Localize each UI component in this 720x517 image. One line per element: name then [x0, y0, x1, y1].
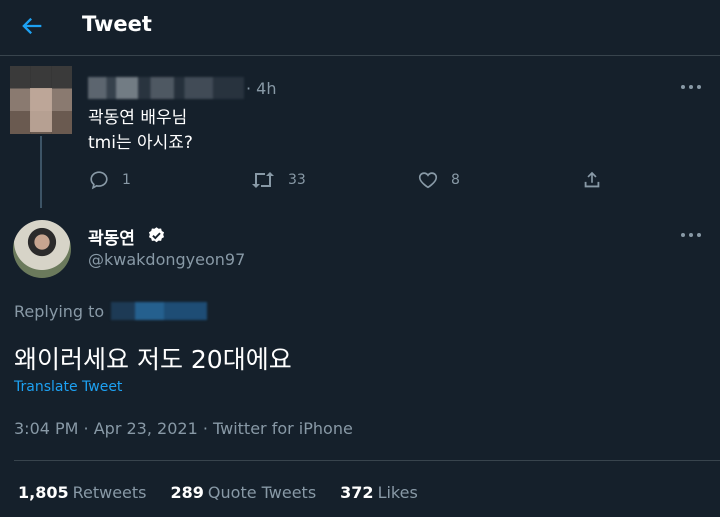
retweets-count: 1,805 — [18, 483, 69, 502]
author-handle[interactable]: @kwakdongyeon97 — [88, 250, 245, 269]
parent-tweet-line-2: tmi는 아시죠? — [88, 133, 193, 153]
likes-label: Likes — [377, 483, 418, 502]
replying-to-label: Replying to — [14, 302, 105, 321]
avatar[interactable] — [13, 220, 71, 278]
parent-tweet-time[interactable]: · 4h — [246, 79, 277, 98]
reply-icon — [90, 171, 108, 190]
share-icon — [584, 171, 600, 188]
top-bar: Tweet — [0, 0, 720, 56]
reply-mention-blurred[interactable] — [111, 302, 207, 320]
tweet-timestamp[interactable]: 3:04 PM · Apr 23, 2021 · Twitter for iPh… — [14, 419, 353, 438]
tweet-text: 왜이러세요 저도 20대에요 — [14, 345, 292, 374]
author-name[interactable]: 곽동연 — [88, 224, 135, 249]
divider — [14, 460, 720, 461]
quote-tweets-stat[interactable]: 289 Quote Tweets — [171, 483, 317, 502]
likes-stat[interactable]: 372 Likes — [340, 483, 418, 502]
heart-icon — [418, 172, 438, 189]
parent-avatar[interactable] — [10, 66, 72, 134]
retweets-stat[interactable]: 1,805 Retweets — [18, 483, 147, 502]
parent-author-blurred[interactable] — [88, 77, 244, 99]
engagement-stats: 1,805 Retweets 289 Quote Tweets 372 Likes — [18, 483, 442, 502]
thread-line — [40, 136, 42, 208]
retweets-label: Retweets — [72, 483, 147, 502]
retweet-button[interactable]: 33 — [250, 168, 306, 192]
likes-count: 372 — [340, 483, 374, 502]
translate-tweet-link[interactable]: Translate Tweet — [14, 379, 122, 395]
verified-badge-icon — [148, 227, 165, 243]
quotes-count: 289 — [170, 483, 204, 502]
back-arrow-icon[interactable] — [18, 12, 46, 40]
parent-tweet-line-1: 곽동연 배우님 — [88, 108, 188, 128]
quotes-label: Quote Tweets — [207, 483, 317, 502]
more-options-icon[interactable] — [681, 228, 703, 242]
retweet-count: 33 — [288, 172, 306, 188]
like-count: 8 — [451, 172, 460, 188]
more-options-icon[interactable] — [681, 80, 703, 94]
like-button[interactable]: 8 — [417, 168, 460, 192]
share-button[interactable] — [581, 168, 603, 192]
retweet-icon — [252, 172, 274, 188]
reply-count: 1 — [122, 172, 131, 188]
reply-button[interactable]: 1 — [88, 168, 131, 192]
parent-tweet-text: 곽동연 배우님 tmi는 아시죠? — [88, 106, 193, 156]
page-title: Tweet — [82, 12, 152, 36]
